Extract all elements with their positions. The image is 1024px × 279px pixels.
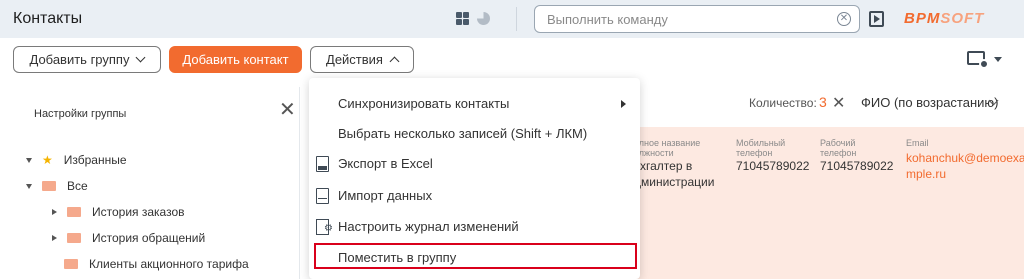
tree-item-label: Все <box>67 179 88 193</box>
column-header-job-title: олное название олжности <box>634 138 701 158</box>
chevron-down-icon <box>136 52 146 63</box>
expand-icon[interactable] <box>26 157 32 163</box>
top-header: Контакты ✕ BPMSOFT <box>0 0 1024 38</box>
count-label: Количество: <box>749 96 817 110</box>
expand-icon[interactable] <box>52 209 57 215</box>
page-title: Контакты <box>13 10 83 27</box>
add-group-button[interactable]: Добавить группу <box>13 46 161 73</box>
media-play-icon[interactable] <box>869 11 884 27</box>
menu-item-label: Экспорт в Excel <box>338 156 433 171</box>
change-log-settings-icon <box>316 219 333 235</box>
cell-email-link[interactable]: kohanchuk@demoexa mple.ru <box>906 150 1024 182</box>
brand-logo: BPMSOFT <box>904 10 984 27</box>
import-icon <box>316 188 329 204</box>
folder-icon <box>42 181 56 191</box>
chevron-up-icon <box>389 56 400 67</box>
tree-item-label: История заказов <box>92 205 185 219</box>
menu-item-label: Импорт данных <box>338 188 433 203</box>
add-contact-button[interactable]: Добавить контакт <box>169 46 302 73</box>
clear-command-icon[interactable]: ✕ <box>837 12 851 26</box>
menu-item-label: Синхронизировать контакты <box>338 96 510 111</box>
menu-item-change-log[interactable]: Настроить журнал изменений <box>309 214 640 240</box>
tree-item-case-history[interactable]: История обращений <box>52 231 205 245</box>
tree-item-order-history[interactable]: История заказов <box>52 205 185 219</box>
expand-icon[interactable] <box>52 235 57 241</box>
column-header-email: Email <box>906 138 929 148</box>
panel-title: Настройки группы <box>34 108 127 120</box>
table-row[interactable]: олное название олжности ухгалтер в дминист… <box>604 127 1024 279</box>
view-settings-icon[interactable] <box>967 51 989 69</box>
expand-icon[interactable] <box>26 183 32 189</box>
settings-caret-icon[interactable] <box>994 57 1002 62</box>
logo-main-text: BPM <box>904 10 941 27</box>
tree-item-label: Избранные <box>63 153 127 167</box>
tree-item-promo-clients[interactable]: Клиенты акционного тарифа <box>64 257 249 271</box>
menu-item-select-multiple[interactable]: Выбрать несколько записей (Shift + ЛКМ) <box>309 121 640 147</box>
grid-view-icon[interactable] <box>456 12 469 25</box>
cell-work-phone: 71045789022 <box>820 159 894 173</box>
star-icon: ★ <box>42 153 53 167</box>
tree-item-favorites[interactable]: ★ Избранные <box>26 153 127 167</box>
column-header-mobile-phone: Мобильный телефон <box>736 138 786 158</box>
tree-item-all[interactable]: Все <box>26 179 88 193</box>
view-switcher <box>456 12 490 25</box>
menu-item-import-data[interactable]: Импорт данных <box>309 183 640 209</box>
add-group-label: Добавить группу <box>29 52 130 67</box>
folder-icon <box>67 233 81 243</box>
logo-soft-text: SOFT <box>940 10 985 27</box>
folder-icon <box>64 259 78 269</box>
highlight-frame <box>314 243 637 269</box>
tree-item-label: Клиенты акционного тарифа <box>89 257 249 271</box>
clear-count-icon[interactable]: ✕ <box>832 93 845 113</box>
header-divider <box>516 7 517 31</box>
submenu-arrow-icon <box>621 100 626 108</box>
tree-item-label: История обращений <box>92 231 206 245</box>
column-header-work-phone: Рабочий телефон <box>820 138 857 158</box>
menu-item-sync-contacts[interactable]: Синхронизировать контакты <box>309 91 640 117</box>
sort-selector[interactable]: ФИО (по возрастанию) <box>861 95 998 110</box>
count-value: 3 <box>819 94 827 110</box>
analytics-view-icon[interactable] <box>477 12 490 25</box>
cell-mobile-phone: 71045789022 <box>736 159 810 173</box>
menu-item-label: Выбрать несколько записей (Shift + ЛКМ) <box>338 126 588 141</box>
menu-item-export-excel[interactable]: Экспорт в Excel <box>309 151 640 177</box>
add-contact-label: Добавить контакт <box>182 52 289 67</box>
folder-icon <box>67 207 81 217</box>
actions-label: Действия <box>326 52 383 67</box>
group-settings-panel: Настройки группы ✕ ★ Избранные Все Истор… <box>0 87 300 279</box>
menu-item-label: Настроить журнал изменений <box>338 219 519 234</box>
cell-job-title: ухгалтер в дминистрации <box>634 159 715 189</box>
excel-export-icon <box>316 156 329 172</box>
command-box[interactable]: ✕ <box>534 5 860 33</box>
command-input[interactable] <box>547 12 827 27</box>
close-icon[interactable]: ✕ <box>279 100 296 120</box>
actions-button[interactable]: Действия <box>310 46 414 73</box>
